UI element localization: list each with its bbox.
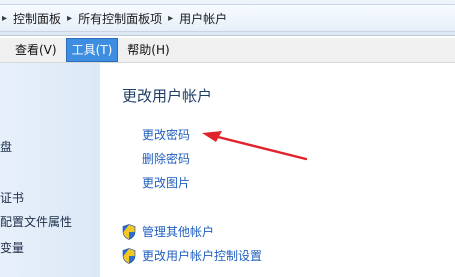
breadcrumb-all-items[interactable]: 所有控制面板项 (78, 10, 162, 27)
menu-view[interactable]: 查看(V) (10, 39, 62, 61)
left-item-environment-variables[interactable]: 变量 (0, 239, 24, 256)
main-content: 更改用户帐户 更改密码 删除密码 更改图片 管理其他帐户 更改用户帐户控制设置 (100, 63, 455, 277)
menu-bar: 查看(V) 工具(T) 帮助(H) (0, 38, 455, 63)
address-bar: ▸ 控制面板 ▸ 所有控制面板项 ▸ 用户帐户 (0, 0, 455, 36)
menu-help[interactable]: 帮助(H) (122, 39, 174, 61)
left-item-disk[interactable]: 盘 (0, 138, 12, 155)
left-pane: 盘 证书 配置文件属性 变量 (0, 63, 100, 277)
manage-other-accounts-link[interactable]: 管理其他帐户 (142, 223, 214, 240)
shield-icon (122, 247, 136, 264)
change-uac-settings-link[interactable]: 更改用户帐户控制设置 (142, 247, 262, 264)
left-item-certificates[interactable]: 证书 (0, 189, 24, 206)
breadcrumb[interactable]: ▸ 控制面板 ▸ 所有控制面板项 ▸ 用户帐户 (0, 4, 455, 32)
shield-icon (122, 223, 136, 240)
page-title: 更改用户帐户 (122, 87, 213, 105)
manage-accounts-row[interactable]: 管理其他帐户 (122, 223, 214, 240)
change-picture-link[interactable]: 更改图片 (142, 174, 190, 191)
breadcrumb-separator[interactable]: ▸ (2, 13, 7, 24)
breadcrumb-control-panel[interactable]: 控制面板 (13, 10, 61, 27)
breadcrumb-user-accounts[interactable]: 用户帐户 (179, 10, 227, 27)
left-item-profile-properties[interactable]: 配置文件属性 (0, 213, 72, 230)
remove-password-link[interactable]: 删除密码 (142, 150, 190, 167)
change-password-link[interactable]: 更改密码 (142, 126, 190, 143)
breadcrumb-separator[interactable]: ▸ (168, 13, 173, 24)
uac-settings-row[interactable]: 更改用户帐户控制设置 (122, 247, 262, 264)
breadcrumb-separator[interactable]: ▸ (67, 13, 72, 24)
menu-tools[interactable]: 工具(T) (65, 38, 119, 62)
